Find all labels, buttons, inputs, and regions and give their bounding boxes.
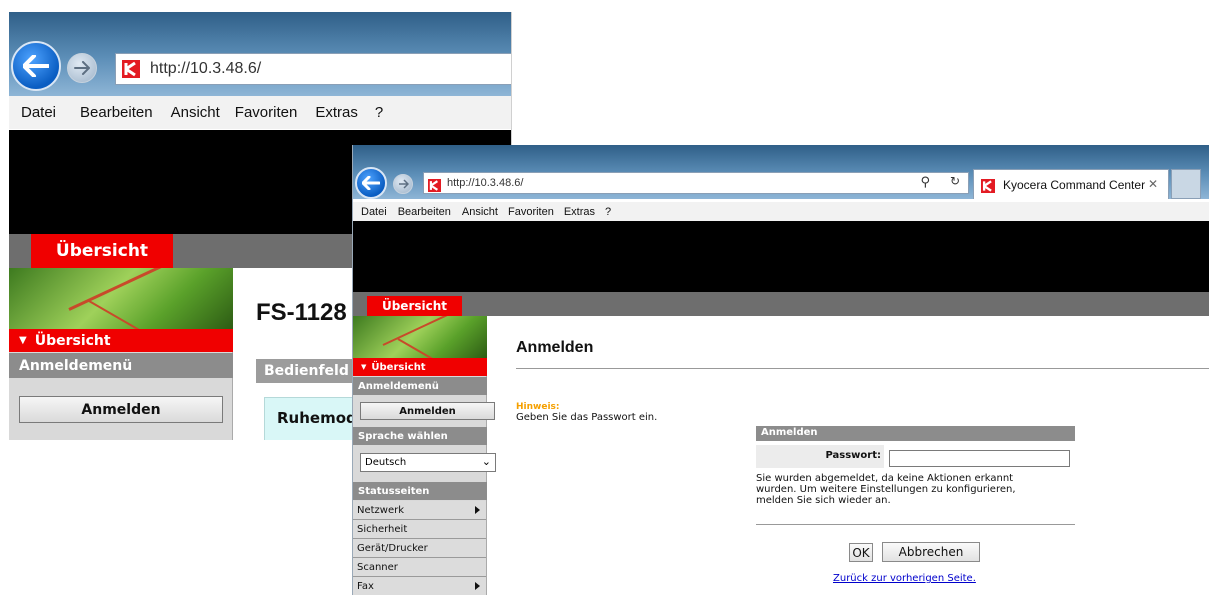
menu-ansicht[interactable]: Ansicht — [171, 104, 220, 121]
sidebar-item-fax[interactable]: Fax — [353, 577, 486, 595]
menu-bearbeiten[interactable]: Bearbeiten — [398, 206, 451, 218]
top-tab-bar: Übersicht — [353, 292, 1209, 316]
login-panel: Anmelden Passwort: Sie wurden abgemeldet… — [756, 426, 1075, 595]
hint-text: Geben Sie das Passwort ein. — [516, 412, 658, 423]
menu-bar: Datei Bearbeiten Ansicht Favoriten Extra… — [9, 96, 511, 129]
arrow-right-icon — [398, 179, 409, 189]
caret-down-icon: ▼ — [361, 363, 367, 371]
submenu-arrow-icon — [475, 582, 480, 590]
login-panel-header: Anmelden — [756, 426, 1075, 441]
hint-label: Hinweis: — [516, 402, 560, 412]
menu-help[interactable]: ? — [375, 104, 383, 121]
language-select[interactable]: Deutsch ⌄ — [360, 453, 496, 472]
back-button[interactable] — [355, 167, 387, 199]
forward-button[interactable] — [67, 53, 97, 83]
tab-uebersicht[interactable]: Übersicht — [367, 296, 462, 316]
browser-toolbar: http://10.3.48.6/ ⚲ ↻ Kyocera Command Ce… — [353, 145, 1209, 199]
refresh-icon[interactable]: ↻ — [950, 174, 960, 188]
submenu-arrow-icon — [475, 506, 480, 514]
sidebar-item-geraet-drucker[interactable]: Gerät/Drucker — [353, 539, 486, 558]
sidebar-status-head: Statusseiten — [353, 482, 487, 500]
kyocera-logo-icon — [428, 177, 441, 192]
password-label: Passwort: — [825, 450, 881, 461]
logout-message: Sie wurden abgemeldet, da keine Aktionen… — [756, 473, 1016, 506]
kyocera-logo-icon — [122, 60, 140, 78]
menu-extras[interactable]: Extras — [564, 206, 595, 218]
menu-favoriten[interactable]: Favoriten — [508, 206, 554, 218]
leaf-banner-image — [9, 268, 233, 329]
kyocera-logo-icon — [981, 178, 995, 193]
sidebar: ▼ Übersicht Anmeldemenü Anmelden Sprache… — [353, 316, 496, 595]
main-title: FS-1128 — [256, 299, 347, 326]
close-icon[interactable]: ✕ — [1148, 177, 1158, 191]
menu-bar: Datei Bearbeiten Ansicht Favoriten Extra… — [353, 202, 1209, 221]
forward-button[interactable] — [393, 174, 413, 194]
header-banner — [353, 221, 1209, 292]
browser-toolbar: http://10.3.48.6/ — [9, 12, 511, 96]
browser-window-front: http://10.3.48.6/ ⚲ ↻ Kyocera Command Ce… — [352, 145, 1209, 595]
sidebar-login-button[interactable]: Anmelden — [360, 402, 495, 420]
password-label-cell: Passwort: — [756, 445, 884, 468]
menu-help[interactable]: ? — [605, 206, 611, 218]
address-text: http://10.3.48.6/ — [150, 60, 262, 77]
sidebar-login-menu-head: Anmeldemenü — [9, 353, 233, 378]
caret-down-icon: ▼ — [19, 335, 27, 346]
back-button[interactable] — [11, 41, 61, 91]
new-tab-button[interactable] — [1171, 169, 1201, 199]
browser-tab[interactable]: Kyocera Command Center ✕ — [973, 169, 1169, 199]
sidebar-login-menu-head: Anmeldemenü — [353, 377, 487, 395]
address-bar[interactable]: http://10.3.48.6/ ⚲ ↻ — [423, 172, 969, 194]
arrow-left-icon — [362, 176, 380, 190]
search-icon[interactable]: ⚲ — [920, 175, 930, 190]
menu-ansicht[interactable]: Ansicht — [462, 206, 498, 218]
cancel-button[interactable]: Abbrechen — [882, 542, 980, 562]
title-divider — [516, 368, 1209, 369]
tab-title: Kyocera Command Center — [1003, 177, 1146, 192]
password-field[interactable] — [889, 450, 1070, 467]
sidebar-uebersicht[interactable]: ▼ Übersicht — [9, 329, 233, 352]
address-bar[interactable]: http://10.3.48.6/ — [115, 53, 511, 85]
panel-divider — [756, 524, 1075, 525]
leaf-banner-image — [353, 316, 487, 358]
chevron-down-icon: ⌄ — [481, 455, 491, 468]
back-link[interactable]: Zurück zur vorherigen Seite. — [833, 573, 976, 584]
sidebar-language-head: Sprache wählen — [353, 427, 487, 445]
ok-button[interactable]: OK — [849, 543, 873, 562]
menu-extras[interactable]: Extras — [315, 104, 358, 121]
menu-bearbeiten[interactable]: Bearbeiten — [80, 104, 153, 121]
arrow-right-icon — [74, 61, 90, 75]
menu-datei[interactable]: Datei — [361, 206, 387, 218]
sidebar: ▼ Übersicht Anmeldemenü Anmelden — [9, 268, 233, 440]
menu-datei[interactable]: Datei — [21, 104, 56, 121]
sidebar-item-netzwerk[interactable]: Netzwerk — [353, 501, 486, 520]
sidebar-login-button[interactable]: Anmelden — [19, 396, 223, 423]
address-text: http://10.3.48.6/ — [447, 177, 524, 189]
sidebar-item-scanner[interactable]: Scanner — [353, 558, 486, 577]
sidebar-item-sicherheit[interactable]: Sicherheit — [353, 520, 486, 539]
tab-uebersicht[interactable]: Übersicht — [31, 234, 173, 268]
menu-favoriten[interactable]: Favoriten — [235, 104, 298, 121]
page-title: Anmelden — [516, 339, 594, 356]
sidebar-uebersicht[interactable]: ▼ Übersicht — [353, 358, 487, 376]
arrow-left-icon — [23, 55, 49, 77]
